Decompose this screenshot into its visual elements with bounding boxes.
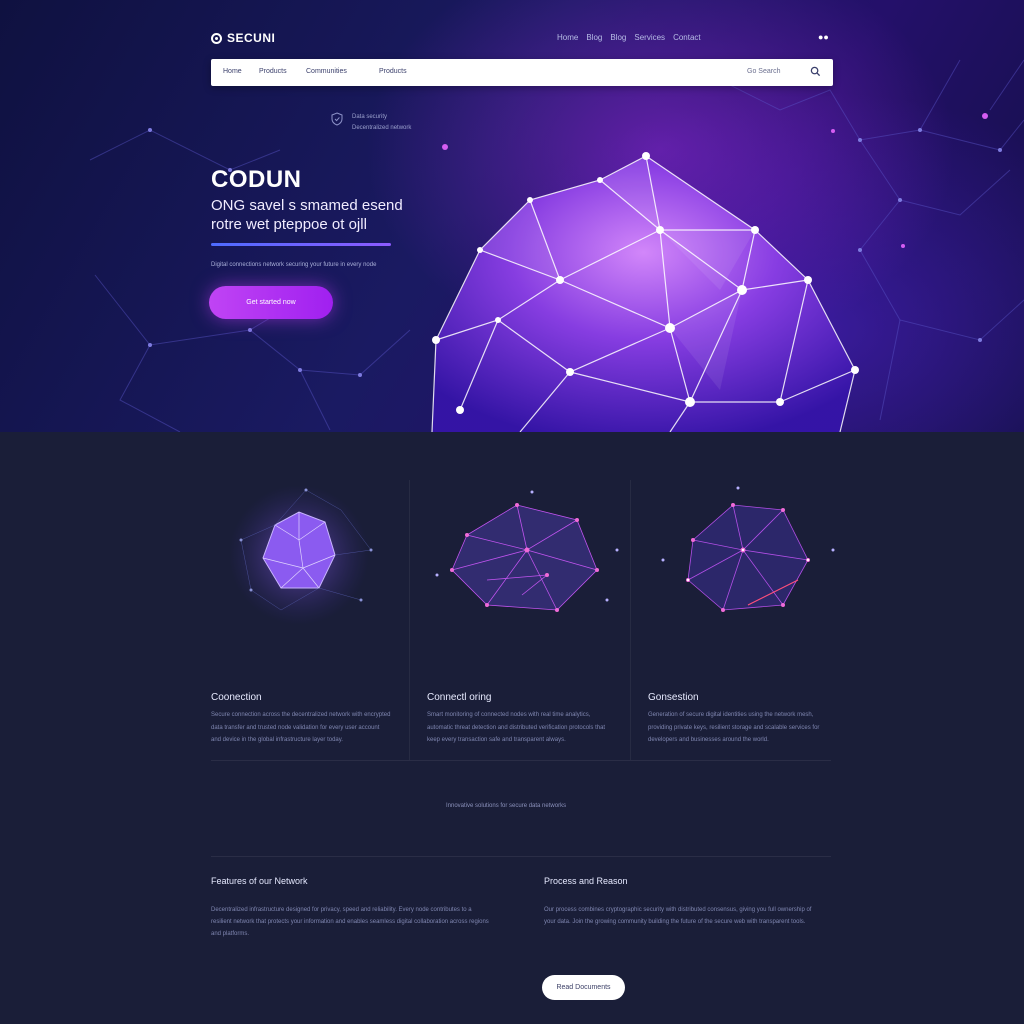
network-sphere-icon (435, 490, 619, 612)
hero-accent-line (211, 243, 391, 246)
hero-section: SECUNI Home Blog Blog Services Contact ●… (0, 0, 1024, 432)
hero-badge: Data security Decentralized network (330, 112, 411, 134)
section-body-features: Decentralized infrastructure designed fo… (211, 907, 489, 937)
feature-title-3: Gonsestion (648, 692, 699, 703)
nav-item-contact[interactable]: Contact (673, 33, 701, 42)
nav-item-services[interactable]: Services (634, 33, 665, 42)
feature-title-1: Coonection (211, 692, 262, 703)
section-body-process: Our process combines cryptographic secur… (544, 907, 812, 925)
mid-caption: Innovative solutions for secure data net… (446, 803, 567, 809)
search-bar[interactable]: Home Products Communities Products Go Se… (211, 59, 833, 86)
section-title-features: Features of our Network (211, 876, 308, 886)
network-globe-icon (661, 486, 835, 612)
badge-line-2: Decentralized network (352, 125, 412, 131)
shield-icon (331, 112, 343, 126)
hero-title: CODUN (211, 166, 302, 193)
section-divider-1 (211, 760, 831, 761)
menu-toggle-icon[interactable]: ●● (818, 32, 829, 42)
hero-subtitle-line-2: rotre wet pteppoe ot ojll (211, 216, 367, 233)
hero-subtitle-line-1: ONG savel s smamed esend (211, 197, 403, 214)
feature-body-1: Secure connection across the decentraliz… (211, 712, 391, 743)
section-title-process: Process and Reason (544, 876, 628, 886)
searchbar-tab-products[interactable]: Products (259, 68, 287, 75)
searchbar-tab-products-2[interactable]: Products (379, 68, 407, 75)
polygon-sphere-illustration (431, 152, 859, 432)
get-started-button[interactable]: Get started now (209, 286, 333, 319)
feature-divider-1 (409, 480, 410, 760)
search-hint[interactable]: Go Search (747, 68, 780, 75)
feature-body-2: Smart monitoring of connected nodes with… (427, 712, 606, 743)
top-navigation: Home Blog Blog Services Contact (557, 33, 701, 42)
nav-item-blog-2[interactable]: Blog (610, 33, 626, 42)
searchbar-tab-home[interactable]: Home (223, 68, 242, 75)
feature-divider-2 (630, 480, 631, 760)
nav-item-blog[interactable]: Blog (586, 33, 602, 42)
nav-item-home[interactable]: Home (557, 33, 578, 42)
hero-caption: Digital connections network securing you… (211, 262, 377, 268)
logo-icon (211, 32, 222, 44)
feature-body-3: Generation of secure digital identities … (648, 712, 820, 743)
feature-title-2: Connectl oring (427, 692, 492, 703)
searchbar-tab-communities[interactable]: Communities (306, 68, 347, 75)
hero-subtitle: ONG savel s smamed esend rotre wet ptepp… (211, 196, 411, 234)
section-divider-2 (211, 856, 831, 857)
brand-logo[interactable]: SECUNI (211, 31, 275, 45)
read-documents-button[interactable]: Read Documents (542, 975, 625, 1000)
brand-name: SECUNI (227, 31, 276, 45)
crystal-icon (229, 485, 373, 625)
search-icon[interactable] (810, 66, 821, 77)
badge-line-1: Data security (352, 114, 388, 120)
